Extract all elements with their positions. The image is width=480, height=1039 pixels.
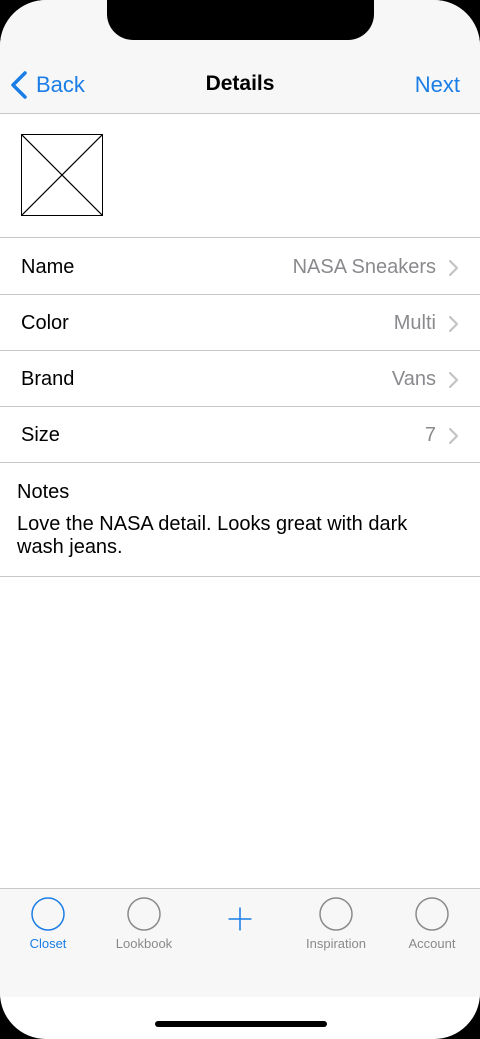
phone-screen: Back Details Next Name NASA Sneakers Col… — [0, 0, 480, 1039]
home-indicator — [155, 1021, 327, 1027]
tab-label: Closet — [29, 936, 67, 951]
chevron-right-icon — [448, 259, 459, 277]
item-photo-placeholder[interactable] — [21, 134, 103, 216]
notes-label: Notes — [17, 481, 70, 503]
tab-label: Account — [408, 936, 456, 951]
notes-section[interactable]: Notes Love the NASA detail. Looks great … — [0, 463, 480, 577]
tab-closet[interactable]: Closet — [0, 889, 96, 969]
tab-add[interactable] — [192, 889, 288, 969]
page-title: Details — [205, 72, 275, 95]
photo-section — [0, 114, 480, 238]
plus-icon — [228, 907, 252, 931]
brand-value: Vans — [391, 368, 436, 390]
tab-inspiration[interactable]: Inspiration — [288, 889, 384, 969]
brand-row[interactable]: Brand Vans — [0, 351, 480, 407]
chevron-right-icon — [448, 427, 459, 445]
notes-text[interactable]: Love the NASA detail. Looks great with d… — [17, 513, 457, 559]
size-value: 7 — [424, 424, 436, 446]
color-label: Color — [21, 312, 69, 334]
tab-account[interactable]: Account — [384, 889, 480, 969]
chevron-right-icon — [448, 315, 459, 333]
name-value: NASA Sneakers — [292, 256, 436, 278]
circle-icon — [127, 897, 161, 931]
tab-label: Lookbook — [115, 936, 173, 951]
color-value: Multi — [393, 312, 436, 334]
circle-icon — [31, 897, 65, 931]
chevron-right-icon — [448, 371, 459, 389]
circle-icon — [319, 897, 353, 931]
size-label: Size — [21, 424, 60, 446]
image-placeholder-icon — [22, 135, 102, 215]
color-row[interactable]: Color Multi — [0, 295, 480, 351]
name-row[interactable]: Name NASA Sneakers — [0, 239, 480, 295]
circle-icon — [415, 897, 449, 931]
next-button[interactable]: Next — [415, 72, 460, 98]
device-notch — [107, 0, 374, 40]
size-row[interactable]: Size 7 — [0, 407, 480, 463]
tab-lookbook[interactable]: Lookbook — [96, 889, 192, 969]
tab-label: Inspiration — [306, 936, 366, 951]
name-label: Name — [21, 256, 75, 278]
brand-label: Brand — [21, 368, 75, 390]
tab-bar: Closet Lookbook Inspiration Account — [0, 888, 480, 997]
